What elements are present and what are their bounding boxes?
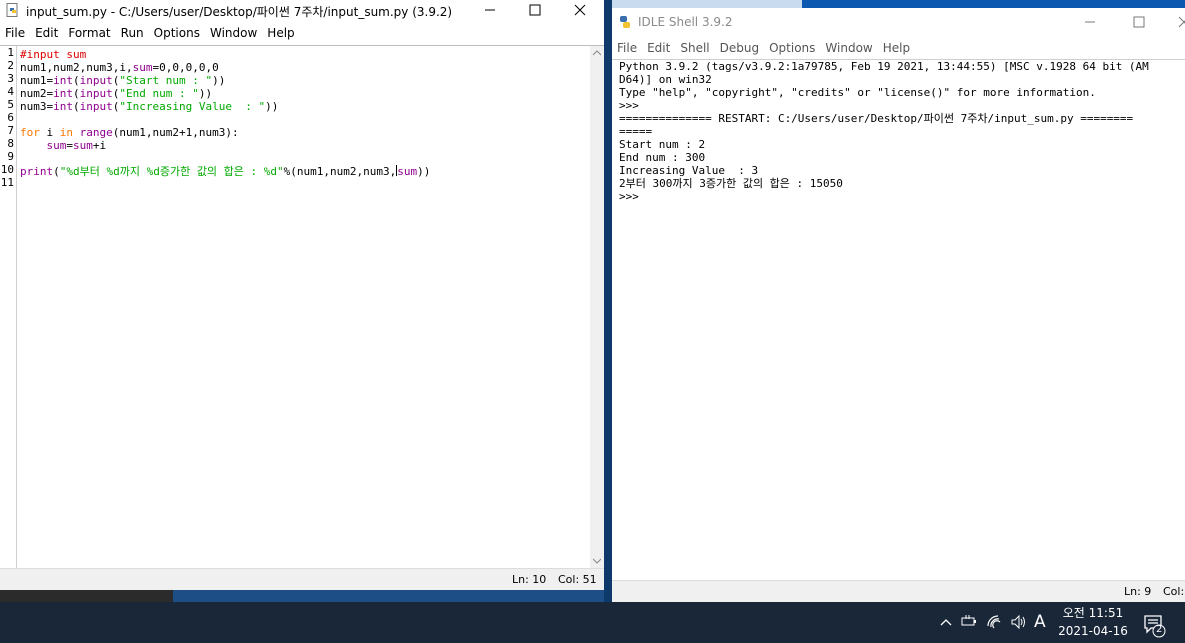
editor-vertical-scrollbar[interactable] — [590, 46, 604, 568]
column-indicator: Col: 51 — [558, 573, 597, 586]
editor-title-bar[interactable]: input_sum.py - C:/Users/user/Desktop/파이썬… — [0, 0, 604, 20]
code-line: num1,num2,num3,i,sum=0,0,0,0,0 — [20, 61, 219, 74]
code-line: for i in range(num1,num2+1,num3): — [20, 126, 239, 139]
shell-line: ===== — [619, 125, 653, 138]
close-icon — [1178, 16, 1185, 28]
clock[interactable]: 오전 11:51 2021-04-16 — [1056, 604, 1130, 640]
line-number: 3 — [7, 72, 14, 85]
shell-line: D64)] on win32 — [619, 73, 712, 86]
menu-options[interactable]: Options — [149, 24, 205, 40]
line-number: 6 — [7, 111, 14, 124]
shell-prompt: >>> — [619, 190, 646, 203]
code-line: num3=int(input("Increasing Value : ")) — [20, 100, 279, 113]
line-number: 1 — [7, 46, 14, 59]
code-line: num2=int(input("End num : ")) — [20, 87, 213, 100]
shell-title: IDLE Shell 3.9.2 — [638, 15, 733, 29]
shell-restart-line: ============== RESTART: C:/Users/user/De… — [619, 112, 1134, 125]
code-text[interactable]: #input sum num1,num2,num3,i,sum=0,0,0,0,0… — [20, 48, 588, 568]
line-number-gutter: 1 2 3 4 5 6 7 8 9 10 11 — [0, 46, 17, 568]
shell-prompt: >>> — [619, 99, 646, 112]
editor-window: input_sum.py - C:/Users/user/Desktop/파이썬… — [0, 0, 604, 590]
line-indicator: Ln: 10 — [512, 573, 547, 586]
menu-file[interactable]: File — [612, 39, 642, 55]
shell-output[interactable]: Python 3.9.2 (tags/v3.9.2:1a79785, Feb 1… — [619, 60, 1175, 203]
volume-icon[interactable] — [1011, 615, 1027, 629]
notification-count: 2 — [1156, 624, 1163, 635]
line-number: 5 — [7, 98, 14, 111]
code-line: print("%d부터 %d까지 %d증가한 값의 합은 : %d"%(num1… — [20, 165, 431, 178]
code-line: num1=int(input("Start num : ")) — [20, 74, 226, 87]
line-number: 2 — [7, 59, 14, 72]
shell-output-line: Start num : 2 — [619, 138, 706, 151]
shell-output-line: Increasing Value : 3 — [619, 164, 759, 177]
wifi-icon[interactable] — [987, 615, 1003, 629]
menu-format[interactable]: Format — [63, 24, 115, 40]
desktop-background — [612, 0, 1185, 8]
minimize-icon — [1085, 21, 1095, 23]
shell-column-indicator: Col: — [1163, 585, 1185, 598]
menu-options[interactable]: Options — [764, 39, 820, 55]
shell-output-line: 2부터 300까지 3증가한 값의 합은 : 15050 — [619, 177, 843, 190]
menu-shell[interactable]: Shell — [675, 39, 714, 55]
editor-menu-bar: File Edit Format Run Options Window Help — [0, 24, 604, 44]
code-line: sum=sum+i — [46, 139, 107, 152]
input-method-indicator[interactable]: A — [1034, 612, 1046, 632]
maximize-icon — [1133, 16, 1145, 28]
menu-help[interactable]: Help — [878, 39, 915, 55]
clock-time: 오전 11:51 — [1062, 606, 1124, 620]
menu-window[interactable]: Window — [205, 24, 262, 40]
taskbar — [0, 602, 1185, 643]
maximize-button[interactable] — [513, 0, 557, 20]
shell-title-bar[interactable]: IDLE Shell 3.9.2 — [612, 12, 1185, 32]
line-number: 11 — [0, 176, 14, 189]
maximize-icon — [529, 4, 541, 16]
shell-line-indicator: Ln: 9 — [1124, 585, 1152, 598]
shell-output-line: End num : 300 — [619, 151, 706, 164]
shell-maximize-button[interactable] — [1117, 12, 1161, 32]
line-number: 10 — [0, 163, 14, 176]
python-icon — [620, 16, 630, 28]
minimize-button[interactable] — [468, 0, 512, 20]
line-number: 4 — [7, 85, 14, 98]
chevron-up-icon[interactable] — [940, 617, 952, 627]
close-button[interactable] — [558, 0, 602, 20]
menu-debug[interactable]: Debug — [715, 39, 764, 55]
line-number: 9 — [7, 150, 14, 163]
chevron-down-icon — [593, 558, 601, 564]
line-number: 7 — [7, 124, 14, 137]
action-center-button[interactable]: 2 — [1144, 614, 1168, 641]
shell-line: Python 3.9.2 (tags/v3.9.2:1a79785, Feb 1… — [619, 60, 1149, 73]
shell-close-button[interactable] — [1162, 12, 1185, 32]
clock-date: 2021-04-16 — [1058, 624, 1128, 638]
battery-plug-icon[interactable] — [961, 615, 977, 628]
code-editor[interactable]: 1 2 3 4 5 6 7 8 9 10 11 #input sum num1,n… — [0, 45, 604, 568]
shell-minimize-button[interactable] — [1068, 12, 1112, 32]
line-number: 8 — [7, 137, 14, 150]
menu-edit[interactable]: Edit — [642, 39, 675, 55]
menu-file[interactable]: File — [0, 24, 30, 40]
shell-status-bar: Ln: 9 Col: — [612, 580, 1185, 602]
window-bottom-strip — [0, 590, 604, 602]
scroll-down-button[interactable] — [590, 554, 604, 568]
python-file-icon — [6, 3, 18, 17]
shell-menu-bar: File Edit Shell Debug Options Window Help — [612, 39, 1185, 59]
shell-line: Type "help", "copyright", "credits" or "… — [619, 86, 1096, 99]
menu-edit[interactable]: Edit — [30, 24, 63, 40]
editor-title: input_sum.py - C:/Users/user/Desktop/파이썬… — [26, 5, 453, 19]
menu-help[interactable]: Help — [262, 24, 299, 40]
code-line: #input sum — [20, 48, 87, 61]
chevron-up-icon — [593, 50, 601, 56]
desktop-gap — [604, 0, 612, 602]
minimize-icon — [485, 9, 495, 11]
menu-run[interactable]: Run — [116, 24, 149, 40]
editor-status-bar: Ln: 10 Col: 51 — [0, 568, 604, 590]
close-icon — [574, 4, 586, 16]
menu-window[interactable]: Window — [820, 39, 877, 55]
scroll-up-button[interactable] — [590, 46, 604, 60]
